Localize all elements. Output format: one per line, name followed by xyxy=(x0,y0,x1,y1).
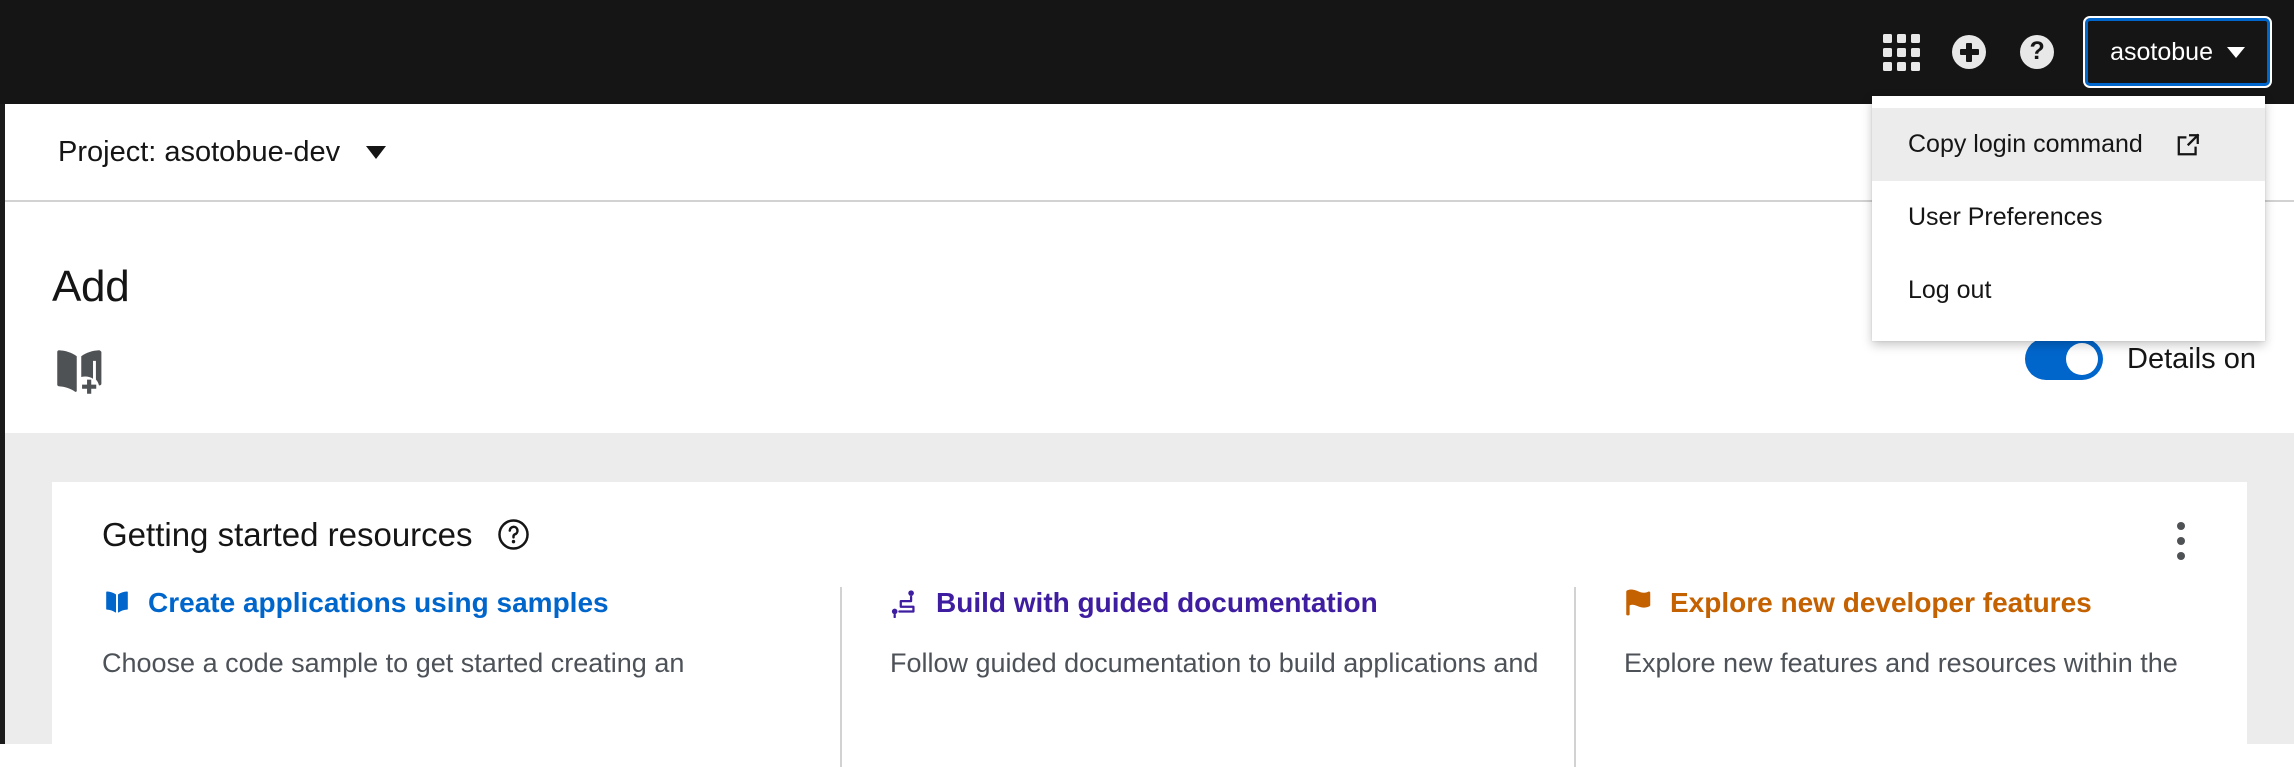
getting-started-columns: Create applications using samples Choose… xyxy=(52,587,2247,767)
getting-started-card-header: Getting started resources xyxy=(52,482,2247,587)
menu-item-user-preferences[interactable]: User Preferences xyxy=(1872,181,2265,254)
page-title: Add xyxy=(52,262,130,311)
resource-column-samples: Create applications using samples Choose… xyxy=(52,587,840,681)
help-button[interactable]: ? xyxy=(2003,18,2071,86)
link-label: Create applications using samples xyxy=(148,587,609,618)
book-plus-icon xyxy=(50,347,108,399)
menu-item-copy-login-command[interactable]: Copy login command xyxy=(1872,108,2265,181)
menu-item-log-out[interactable]: Log out xyxy=(1872,254,2265,327)
link-build-with-guided-documentation[interactable]: Build with guided documentation xyxy=(890,587,1528,619)
resource-description: Follow guided documentation to build app… xyxy=(890,648,1539,678)
getting-started-title: Getting started resources xyxy=(102,515,473,553)
link-explore-new-developer-features[interactable]: Explore new developer features xyxy=(1624,587,2201,619)
resource-column-guided-documentation: Build with guided documentation Follow g… xyxy=(840,587,1574,767)
chevron-down-icon xyxy=(2227,46,2245,58)
card-actions-kebab-menu[interactable] xyxy=(2163,518,2199,564)
menu-item-label: Log out xyxy=(1908,276,1992,304)
user-dropdown-menu: Copy login command User Preferences Log … xyxy=(1872,96,2265,341)
masthead-toolbar: ? asotobue xyxy=(1867,0,2272,104)
link-create-applications-using-samples[interactable]: Create applications using samples xyxy=(102,587,794,619)
menu-item-label: Copy login command xyxy=(1908,130,2143,158)
resource-column-developer-features: Explore new developer features Explore n… xyxy=(1574,587,2247,767)
details-toggle-label: Details on xyxy=(2127,342,2256,375)
question-circle-icon: ? xyxy=(2020,35,2055,69)
sidebar-rail xyxy=(0,104,5,744)
external-link-icon xyxy=(2175,132,2201,158)
resource-description: Explore new features and resources withi… xyxy=(1624,648,2178,678)
link-label: Explore new developer features xyxy=(1670,587,2092,618)
book-icon xyxy=(102,588,132,618)
add-button[interactable] xyxy=(1935,18,2003,86)
caret-down-icon xyxy=(366,145,387,159)
question-circle-outline-icon[interactable] xyxy=(497,518,530,551)
toggle-knob xyxy=(2066,343,2099,375)
menu-item-label: User Preferences xyxy=(1908,203,2103,231)
user-menu-label: asotobue xyxy=(2110,37,2213,66)
getting-started-card: Getting started resources Create applica… xyxy=(52,482,2247,767)
grid-apps-icon xyxy=(1882,33,1920,71)
resource-description: Choose a code sample to get started crea… xyxy=(102,648,685,678)
user-menu-button[interactable]: asotobue xyxy=(2083,16,2272,88)
masthead: ? asotobue xyxy=(0,0,2294,104)
page-body: Getting started resources Create applica… xyxy=(5,433,2294,767)
details-toggle-group: Details on xyxy=(2025,338,2256,380)
route-icon xyxy=(890,588,920,618)
flag-icon xyxy=(1624,588,1654,618)
link-label: Build with guided documentation xyxy=(936,587,1378,618)
details-toggle[interactable] xyxy=(2025,338,2104,380)
plus-circle-icon xyxy=(1952,35,1987,69)
project-selector[interactable]: Project: asotobue-dev xyxy=(52,135,392,170)
project-selector-label: Project: asotobue-dev xyxy=(58,135,341,168)
apps-grid-button[interactable] xyxy=(1867,18,1935,86)
